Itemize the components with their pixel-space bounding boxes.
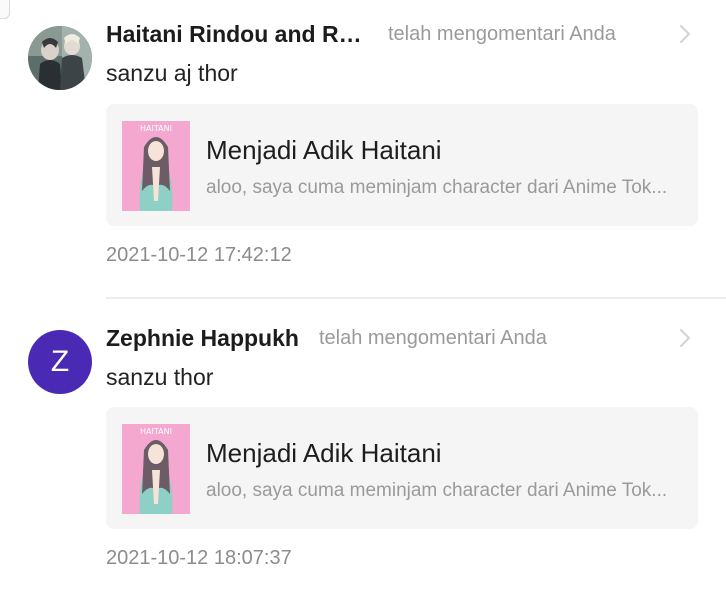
user-name[interactable]: Zephnie Happukh xyxy=(106,325,299,352)
story-title: Menjadi Adik Haitani xyxy=(206,135,442,165)
story-cover-text: HAITANI xyxy=(140,124,172,133)
chevron-right-icon[interactable] xyxy=(674,23,696,45)
action-text: telah mengomentari Anda xyxy=(318,326,547,349)
user-name[interactable]: Haitani Rindou and Ra... xyxy=(106,21,368,48)
notification-item[interactable]: Haitani Rindou and Ra... telah mengoment… xyxy=(0,0,726,298)
timestamp: 2021-10-12 17:42:12 xyxy=(106,244,292,266)
story-cover: HAITANI xyxy=(122,424,190,514)
comment-text: sanzu thor xyxy=(106,364,214,390)
story-cover: HAITANI xyxy=(122,121,190,211)
chevron-right-icon[interactable] xyxy=(674,327,696,349)
story-excerpt: aloo, saya cuma meminjam character dari … xyxy=(206,480,668,501)
avatar[interactable] xyxy=(28,26,92,90)
notification-header: Haitani Rindou and Ra... telah mengoment… xyxy=(106,17,696,51)
avatar[interactable]: Z xyxy=(28,330,92,394)
story-card[interactable]: HAITANI Menjadi Adik Haitani aloo, saya … xyxy=(106,407,698,529)
notification-header: Zephnie Happukh telah mengomentari Anda xyxy=(106,321,696,355)
action-text: telah mengomentari Anda xyxy=(388,22,616,45)
notification-item[interactable]: Z Zephnie Happukh telah mengomentari And… xyxy=(0,299,726,600)
timestamp: 2021-10-12 18:07:37 xyxy=(106,547,292,569)
story-cover-text: HAITANI xyxy=(140,427,172,436)
comment-text: sanzu aj thor xyxy=(106,60,238,86)
story-excerpt: aloo, saya cuma meminjam character dari … xyxy=(206,177,668,198)
avatar-image xyxy=(28,26,92,90)
story-title: Menjadi Adik Haitani xyxy=(206,438,442,468)
story-card[interactable]: HAITANI Menjadi Adik Haitani aloo, saya … xyxy=(106,104,698,226)
